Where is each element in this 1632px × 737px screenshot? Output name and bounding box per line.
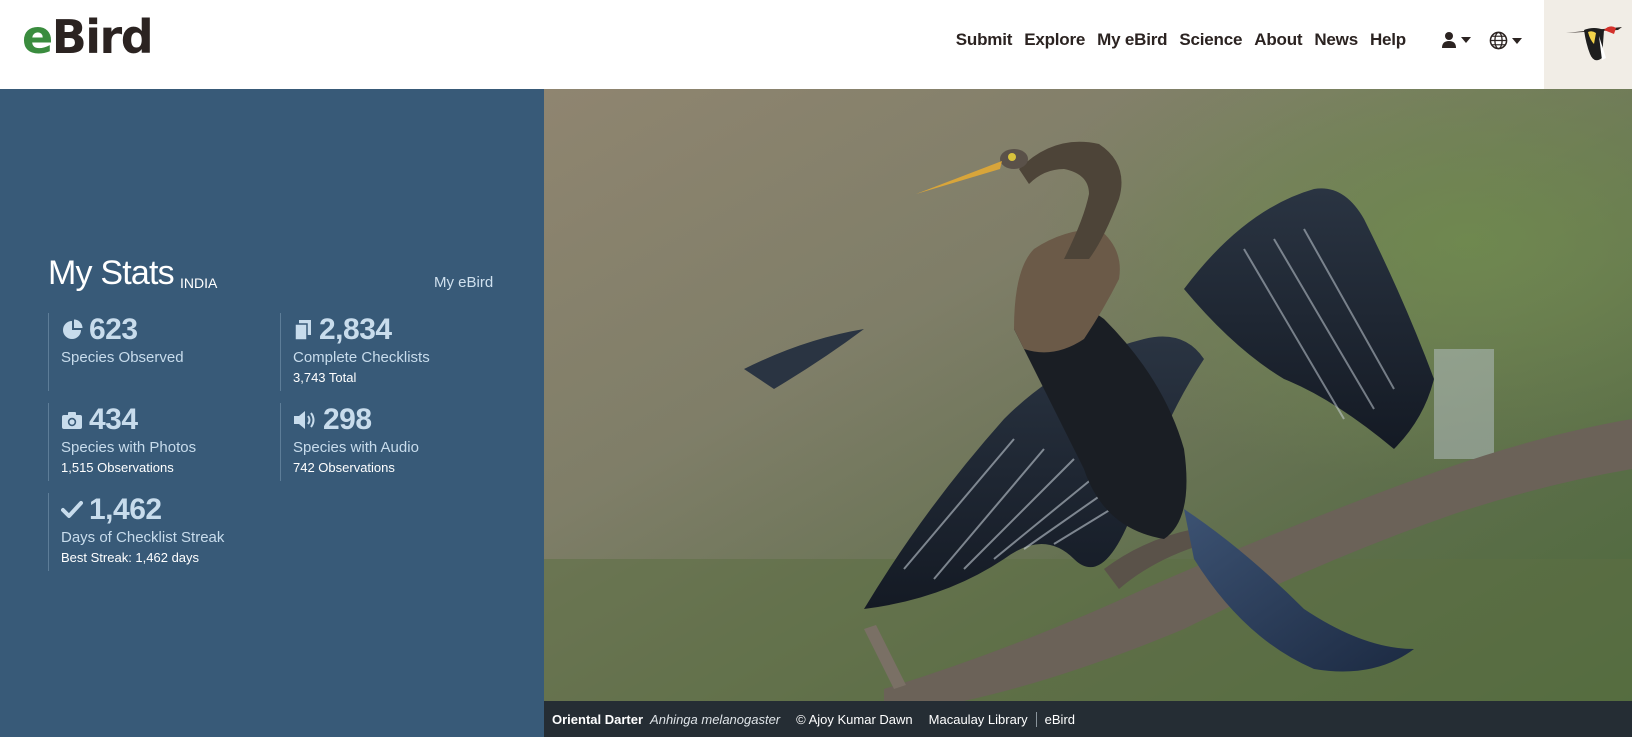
stat-value: 2,834 [319, 313, 392, 346]
hero-photo[interactable] [544, 89, 1632, 701]
ebird-source-link[interactable]: eBird [1045, 712, 1075, 727]
checkmark-icon [61, 501, 83, 518]
stat-sublabel: 1,515 Observations [61, 460, 174, 475]
stat-label: Species with Audio [293, 439, 419, 456]
chevron-down-icon [1512, 37, 1522, 44]
user-icon [1442, 32, 1456, 48]
photo-caption: Oriental Darter Anhinga melanogaster © A… [544, 701, 1632, 737]
nav-help[interactable]: Help [1370, 30, 1406, 50]
cornell-lab-logo[interactable] [1544, 0, 1632, 89]
nav-my-ebird[interactable]: My eBird [1097, 30, 1167, 50]
stat-value: 623 [89, 313, 138, 346]
photo-credit: © Ajoy Kumar Dawn [796, 711, 913, 727]
species-scientific-name: Anhinga melanogaster [650, 711, 781, 727]
stats-region-label: INDIA [180, 275, 218, 291]
nav-about[interactable]: About [1254, 30, 1302, 50]
chevron-down-icon [1461, 37, 1471, 43]
stat-species-audio[interactable]: 298 Species with Audio 742 Observations [280, 403, 510, 481]
globe-icon [1489, 31, 1508, 50]
stat-species-photos[interactable]: 434 Species with Photos 1,515 Observatio… [48, 403, 278, 481]
account-menu-button[interactable] [1441, 31, 1471, 49]
site-header: eBird Submit Explore My eBird Science Ab… [0, 0, 1632, 89]
nav-explore[interactable]: Explore [1024, 30, 1085, 50]
stat-sublabel: 3,743 Total [293, 370, 357, 385]
stats-title: My Stats [48, 254, 175, 292]
species-common-name[interactable]: Oriental Darter [552, 712, 643, 727]
stat-complete-checklists[interactable]: 2,834 Complete Checklists 3,743 Total [280, 313, 510, 391]
oriental-darter-photo [544, 89, 1632, 701]
pie-chart-icon [63, 319, 83, 339]
camera-icon [62, 412, 82, 429]
my-ebird-link[interactable]: My eBird [434, 274, 493, 291]
language-menu-button[interactable] [1489, 31, 1522, 50]
nav-submit[interactable]: Submit [956, 30, 1013, 50]
checklist-icon [294, 320, 311, 341]
woodpecker-logo-icon [1566, 26, 1622, 61]
main-nav: Submit Explore My eBird Science About Ne… [956, 30, 1406, 50]
speaker-icon [294, 411, 315, 429]
stat-label: Species with Photos [61, 439, 197, 456]
stat-value: 1,462 [89, 493, 162, 526]
stat-label: Complete Checklists [293, 349, 430, 366]
my-stats-panel: My Stats INDIA My eBird 623 Species Obse… [0, 89, 544, 737]
ebird-logo[interactable]: eBird [22, 14, 154, 60]
nav-news[interactable]: News [1314, 30, 1358, 50]
stat-checklist-streak[interactable]: 1,462 Days of Checklist Streak Best Stre… [48, 493, 288, 571]
stat-label: Species Observed [61, 349, 184, 366]
stat-sublabel: Best Streak: 1,462 days [61, 550, 200, 565]
stat-label: Days of Checklist Streak [61, 529, 225, 546]
stat-sublabel: 742 Observations [293, 460, 395, 475]
stat-value: 434 [89, 403, 138, 436]
stat-species-observed[interactable]: 623 Species Observed [48, 313, 278, 391]
macaulay-library-link[interactable]: Macaulay Library [929, 711, 1037, 727]
nav-science[interactable]: Science [1179, 30, 1242, 50]
stat-value: 298 [323, 403, 372, 436]
